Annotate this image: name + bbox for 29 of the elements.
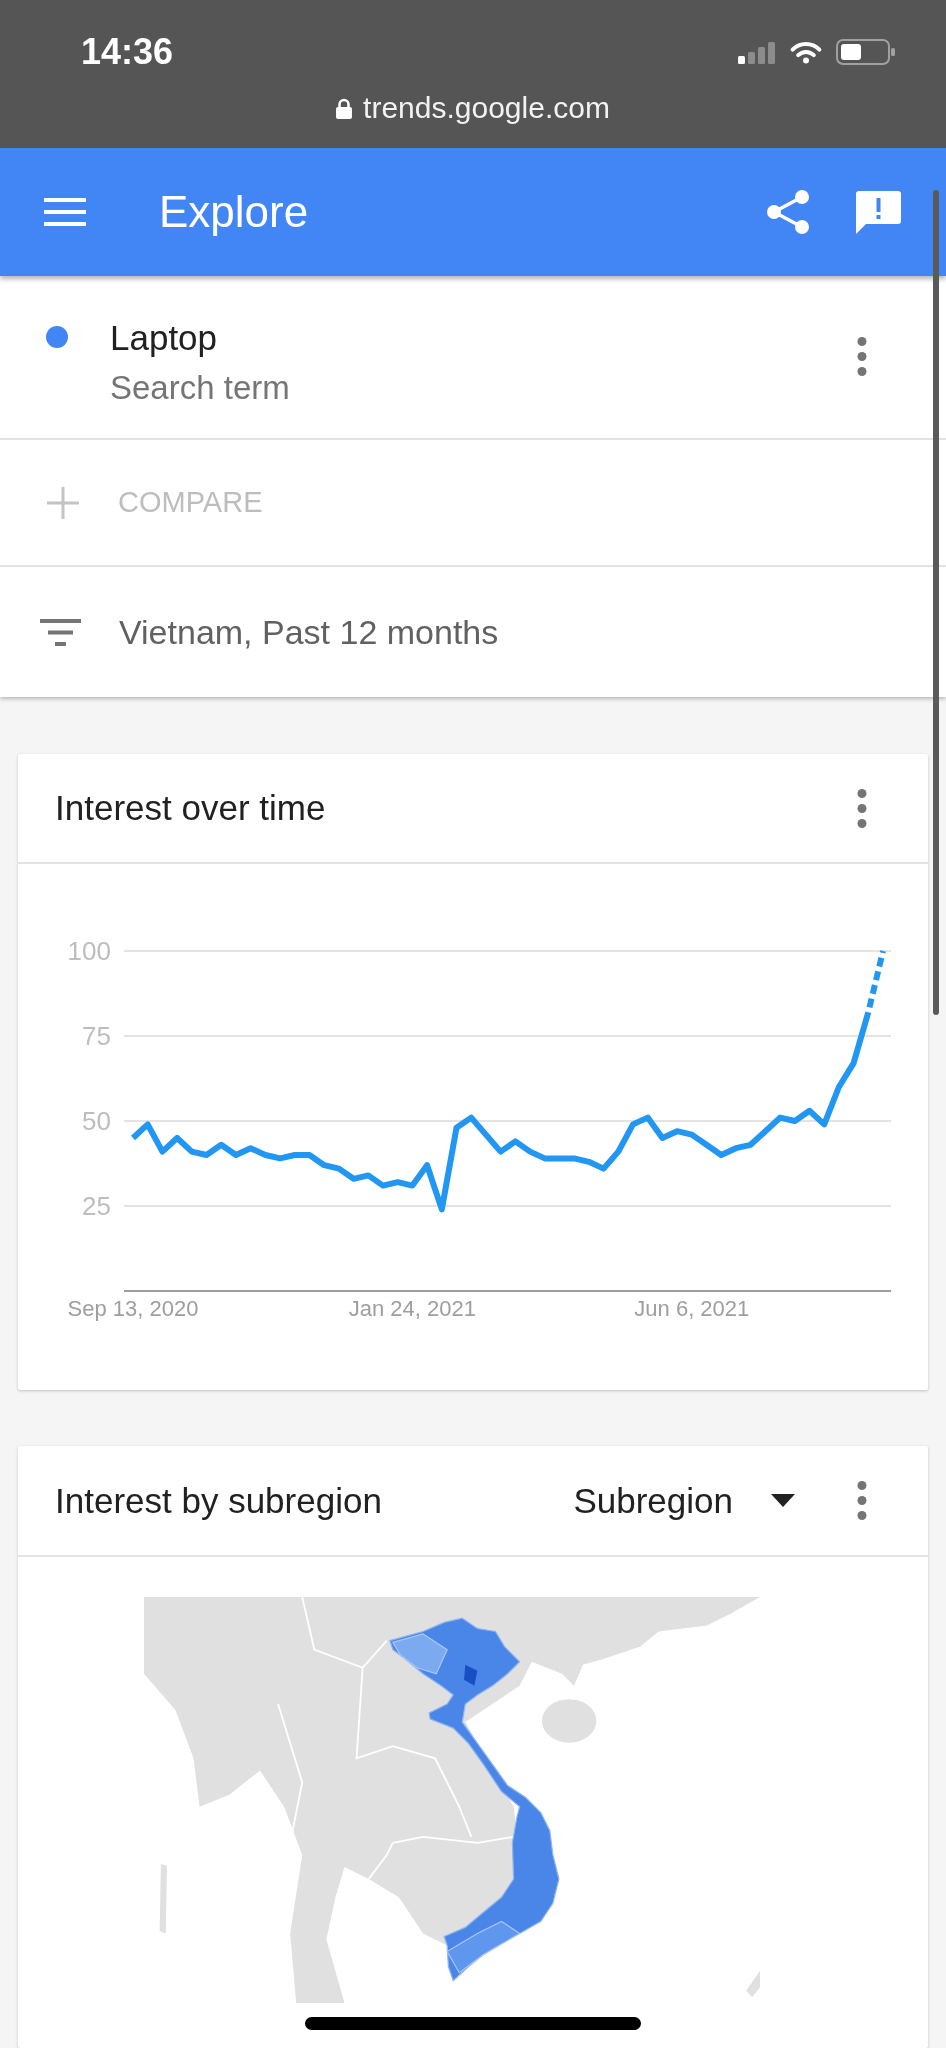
more-vert-icon [857,337,867,376]
y-axis-label: 25 [82,1191,111,1221]
menu-icon [44,198,86,226]
caret-down-icon [771,1494,795,1507]
more-vert-icon [857,1481,867,1520]
region-dropdown[interactable]: Subregion [573,1478,795,1523]
address-bar-url[interactable]: trends.google.com [363,88,610,128]
page-title: Explore [159,186,309,238]
plus-icon [47,486,79,519]
y-axis-label: 100 [67,936,111,966]
card-title: Interest over time [55,787,326,829]
lock-icon [336,97,353,119]
feedback-icon [854,189,902,235]
more-vert-icon [857,788,867,828]
filter-button[interactable]: Vietnam, Past 12 months [0,567,946,697]
x-axis-label: Jan 24, 2021 [348,1295,477,1321]
x-axis-label: Jun 6, 2021 [634,1295,750,1321]
x-axis-label: Sep 13, 2020 [67,1295,199,1321]
y-axis-label: 75 [82,1021,111,1051]
signal-icon [738,40,776,64]
search-term-name: Laptop [110,318,219,358]
status-time: 14:36 [81,30,174,74]
share-icon [766,189,810,235]
card-title: Interest by subregion [55,1479,382,1522]
search-term-type: Search term [110,368,290,408]
battery-icon [836,39,896,65]
filter-icon [40,618,81,646]
wifi-icon [789,40,823,64]
y-axis-label: 50 [82,1106,111,1136]
